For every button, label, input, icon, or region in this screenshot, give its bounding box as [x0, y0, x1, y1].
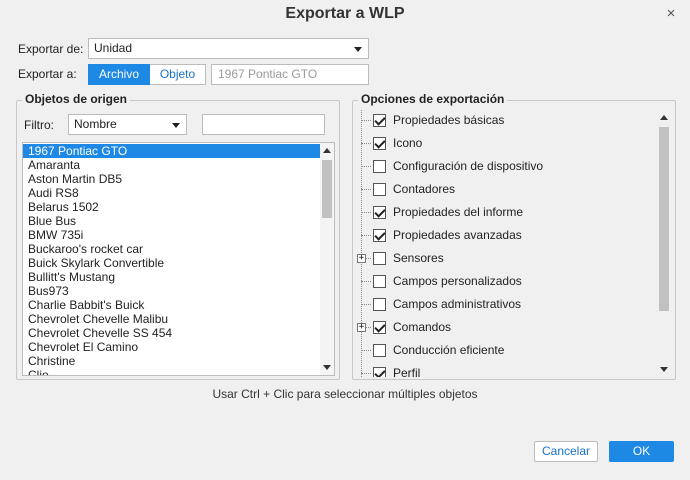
option-checkbox[interactable]	[373, 275, 386, 288]
option-checkbox[interactable]	[373, 344, 386, 357]
option-label: Propiedades del informe	[393, 205, 524, 219]
export-from-select[interactable]: Unidad	[88, 38, 369, 59]
filter-value: Nombre	[74, 117, 117, 131]
export-options-title: Opciones de exportación	[358, 92, 508, 106]
option-row[interactable]: Contadores	[357, 181, 657, 199]
list-item[interactable]: Clio	[23, 368, 320, 375]
option-row[interactable]: + Comandos	[357, 319, 657, 337]
options-scrollbar[interactable]	[657, 110, 671, 377]
source-list-scrollbar[interactable]	[320, 143, 334, 375]
option-label: Propiedades avanzadas	[393, 228, 522, 242]
option-checkbox[interactable]	[373, 252, 386, 265]
tree-connector	[361, 143, 371, 144]
option-checkbox[interactable]	[373, 229, 386, 242]
list-item[interactable]: Amaranta	[23, 158, 320, 172]
scroll-up-icon[interactable]	[323, 148, 331, 153]
option-label: Conducción eficiente	[393, 343, 505, 357]
list-item[interactable]: Chevrolet Chevelle SS 454	[23, 326, 320, 340]
list-item[interactable]: Buick Skylark Convertible	[23, 256, 320, 270]
tree-connector	[361, 304, 371, 305]
option-row[interactable]: + Sensores	[357, 250, 657, 268]
option-row[interactable]: Configuración de dispositivo	[357, 158, 657, 176]
multi-select-hint: Usar Ctrl + Clic para seleccionar múltip…	[212, 387, 478, 401]
expand-icon[interactable]: +	[357, 323, 366, 332]
option-row[interactable]: Propiedades del informe	[357, 204, 657, 222]
scroll-down-icon[interactable]	[660, 367, 668, 372]
source-objects-title: Objetos de origen	[22, 92, 131, 106]
option-label: Campos administrativos	[393, 297, 522, 311]
list-item[interactable]: Christine	[23, 354, 320, 368]
list-item[interactable]: 1967 Pontiac GTO	[23, 144, 320, 158]
list-item[interactable]: Charlie Babbit's Buick	[23, 298, 320, 312]
option-label: Campos personalizados	[393, 274, 522, 288]
source-objects-list[interactable]: 1967 Pontiac GTO Amaranta Aston Martin DB5…	[22, 142, 335, 376]
tab-objeto[interactable]: Objeto	[150, 64, 206, 85]
expand-icon[interactable]: +	[357, 254, 366, 263]
option-checkbox[interactable]	[373, 183, 386, 196]
tree-connector	[361, 120, 371, 121]
cancel-button[interactable]: Cancelar	[534, 441, 598, 462]
option-checkbox[interactable]	[373, 367, 386, 377]
scroll-thumb[interactable]	[322, 160, 332, 218]
option-row[interactable]: Icono	[357, 135, 657, 153]
option-label: Propiedades básicas	[393, 113, 505, 127]
option-label: Configuración de dispositivo	[393, 159, 544, 173]
option-checkbox[interactable]	[373, 137, 386, 150]
list-item[interactable]: Audi RS8	[23, 186, 320, 200]
option-label: Comandos	[393, 320, 452, 334]
tree-connector	[361, 350, 371, 351]
list-item[interactable]: Bullitt's Mustang	[23, 270, 320, 284]
list-item[interactable]: Aston Martin DB5	[23, 172, 320, 186]
export-from-value: Unidad	[94, 41, 133, 55]
tree-connector	[361, 373, 371, 374]
tree-connector	[361, 212, 371, 213]
list-item[interactable]: Bus973	[23, 284, 320, 298]
option-checkbox[interactable]	[373, 206, 386, 219]
scroll-down-icon[interactable]	[323, 365, 331, 370]
tab-archivo[interactable]: Archivo	[88, 64, 150, 85]
option-row[interactable]: Propiedades avanzadas	[357, 227, 657, 245]
option-checkbox[interactable]	[373, 114, 386, 127]
list-item[interactable]: Belarus 1502	[23, 200, 320, 214]
option-row[interactable]: Perfil	[357, 365, 657, 377]
option-checkbox[interactable]	[373, 160, 386, 173]
option-row[interactable]: Propiedades básicas	[357, 112, 657, 130]
option-label: Contadores	[393, 182, 456, 196]
scroll-up-icon[interactable]	[660, 115, 668, 120]
option-label: Icono	[393, 136, 423, 150]
list-item[interactable]: Blue Bus	[23, 214, 320, 228]
dialog-title: Exportar a WLP	[285, 5, 405, 22]
chevron-down-icon	[354, 47, 362, 52]
ok-button[interactable]: OK	[609, 441, 674, 462]
export-options-tree[interactable]: Propiedades básicas Icono Configuración de…	[357, 110, 671, 377]
option-label: Sensores	[393, 251, 444, 265]
export-from-label: Exportar de:	[18, 42, 84, 56]
tree-connector	[361, 235, 371, 236]
list-item[interactable]: Chevrolet Chevelle Malibu	[23, 312, 320, 326]
scroll-thumb[interactable]	[659, 127, 669, 311]
option-label: Perfil	[393, 366, 421, 377]
close-icon[interactable]: ×	[664, 6, 678, 21]
filter-select[interactable]: Nombre	[68, 114, 187, 135]
list-item[interactable]: Buckaroo's rocket car	[23, 242, 320, 256]
dialog-titlebar: Exportar a WLP	[0, 0, 690, 30]
export-to-object-field[interactable]: 1967 Pontiac GTO	[211, 64, 369, 85]
list-item[interactable]: BMW 735i	[23, 228, 320, 242]
filter-label: Filtro:	[24, 118, 54, 132]
option-checkbox[interactable]	[373, 321, 386, 334]
filter-search-input[interactable]	[202, 114, 325, 135]
tree-connector	[361, 281, 371, 282]
tree-connector	[361, 189, 371, 190]
list-item[interactable]: Chevrolet El Camino	[23, 340, 320, 354]
option-checkbox[interactable]	[373, 298, 386, 311]
option-row[interactable]: Campos personalizados	[357, 273, 657, 291]
tree-connector	[361, 166, 371, 167]
option-row[interactable]: Campos administrativos	[357, 296, 657, 314]
export-to-label: Exportar a:	[18, 67, 77, 81]
chevron-down-icon	[172, 123, 180, 128]
option-row[interactable]: Conducción eficiente	[357, 342, 657, 360]
